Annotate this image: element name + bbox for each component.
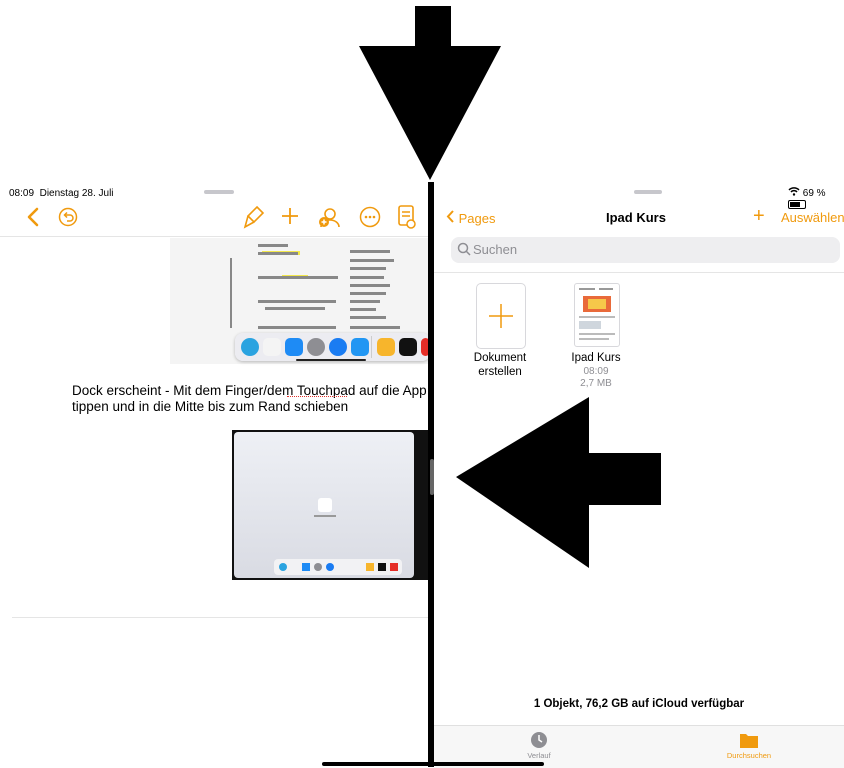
- mail-icon: [285, 338, 303, 356]
- pages-icon: [377, 338, 395, 356]
- back-chevron-icon[interactable]: [26, 207, 40, 231]
- plus-icon: [489, 304, 513, 333]
- arrow-left-icon: [456, 397, 661, 568]
- tab-recents-label[interactable]: Verlauf: [515, 751, 563, 760]
- status-time: 08:09 Dienstag 28. Juli: [9, 188, 114, 199]
- back-chevron-icon: [446, 210, 455, 226]
- home-indicator-bar[interactable]: [322, 762, 544, 766]
- safari-icon: [329, 338, 347, 356]
- document-text[interactable]: Dock erscheint - Mit dem Finger/dem Touc…: [72, 383, 432, 417]
- select-button[interactable]: Auswählen: [781, 210, 844, 225]
- file-thumbnail[interactable]: [574, 283, 620, 347]
- folder-title: Ipad Kurs: [606, 210, 666, 225]
- file-size: 2,7 MB: [580, 378, 612, 389]
- new-document-label: Dokument erstellen: [473, 352, 527, 378]
- file-time: 08:09: [583, 366, 609, 377]
- plus-icon[interactable]: [280, 206, 300, 231]
- paintbrush-icon[interactable]: [243, 205, 265, 234]
- document-icon[interactable]: [397, 204, 417, 235]
- multitask-handle-right[interactable]: [634, 190, 662, 194]
- pages-back-link[interactable]: Pages: [446, 210, 496, 226]
- new-document-tile[interactable]: [476, 283, 526, 349]
- telegram-icon: [241, 338, 259, 356]
- multitask-handle[interactable]: [204, 190, 234, 194]
- search-divider: [434, 272, 844, 273]
- files-icon: [351, 338, 369, 356]
- settings-icon: [307, 338, 325, 356]
- add-button[interactable]: +: [753, 205, 765, 228]
- app-dock: [235, 333, 430, 361]
- file-name: Ipad Kurs: [571, 352, 621, 364]
- status-indicators: 69 %: [788, 187, 844, 210]
- storage-info: 1 Objekt, 76,2 GB auf iCloud verfügbar: [533, 698, 745, 710]
- ipad-screenshot-image: [232, 430, 430, 580]
- music-app-icon: [399, 338, 417, 356]
- undo-icon[interactable]: [58, 207, 78, 232]
- arrow-down-icon: [359, 6, 501, 180]
- more-icon[interactable]: [359, 206, 381, 233]
- battery-icon: [788, 199, 806, 209]
- home-indicator: [296, 359, 366, 361]
- spellcheck-underline: [287, 396, 347, 397]
- section-divider: [12, 617, 430, 618]
- add-person-icon[interactable]: [317, 205, 341, 234]
- tab-browse-label[interactable]: Durchsuchen: [719, 751, 779, 760]
- search-icon: [457, 242, 471, 261]
- toolbar-divider: [0, 236, 430, 237]
- notes-pen-icon: [263, 338, 281, 356]
- search-placeholder: Suchen: [473, 242, 518, 257]
- search-field[interactable]: Suchen: [451, 237, 840, 263]
- wifi-icon: [788, 187, 803, 199]
